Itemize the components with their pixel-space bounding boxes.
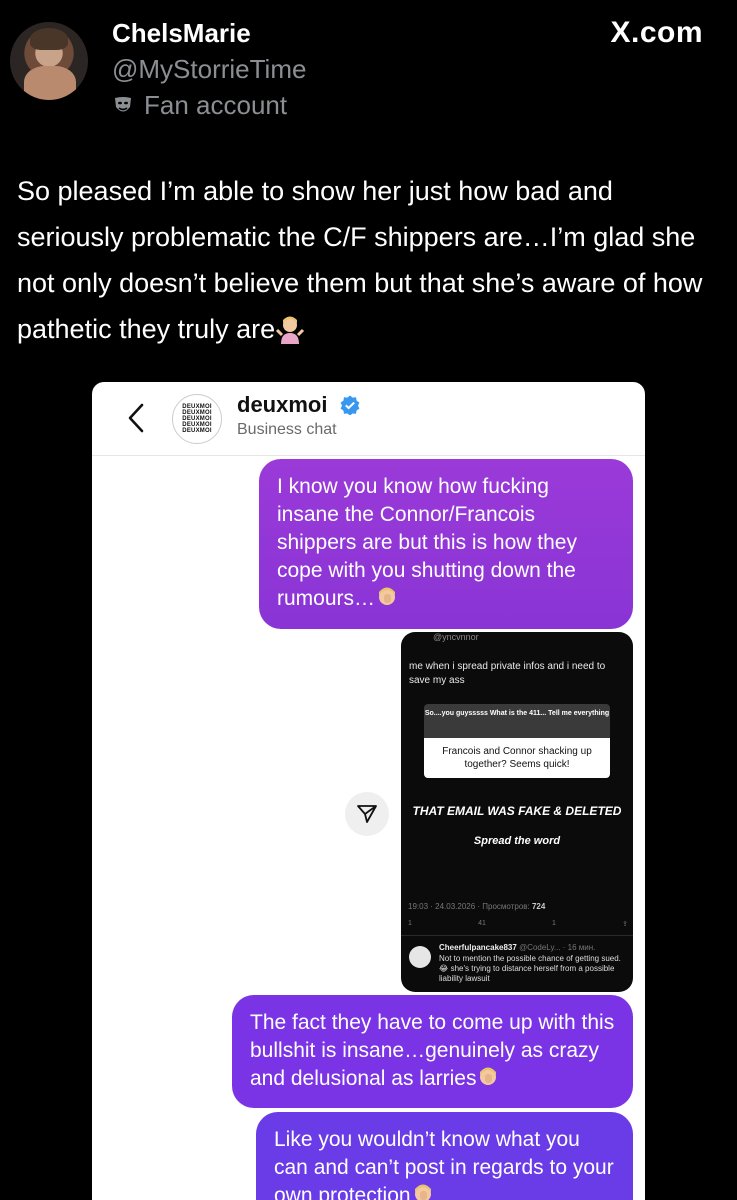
like-count: 41 — [478, 920, 486, 927]
message-bubble[interactable]: I know you know how fucking insane the C… — [259, 459, 633, 629]
chat-name[interactable]: deuxmoi — [237, 392, 327, 418]
chat-avatar[interactable]: DEUXMOI DEUXMOI DEUXMOI DEUXMOI DEUXMOI — [172, 394, 222, 444]
share-button[interactable] — [345, 792, 389, 836]
message-bubble[interactable]: The fact they have to come up with this … — [232, 995, 633, 1108]
divider — [401, 935, 633, 936]
reply-avatar — [409, 946, 431, 968]
person-facepalming-emoji — [379, 587, 396, 605]
person-facepalming-emoji — [480, 1067, 497, 1085]
tweet-text: So pleased I’m able to show her just how… — [17, 176, 703, 344]
bookmark-count: 1 — [552, 920, 556, 927]
answer-box: Francois and Connor shacking up together… — [424, 738, 610, 778]
back-arrow-icon[interactable] — [122, 400, 152, 436]
shared-post-caption: me when i spread private infos and i nee… — [409, 661, 606, 686]
fan-account-label: Fan account — [144, 90, 288, 120]
profile-avatar[interactable] — [10, 22, 88, 100]
theater-mask-icon — [115, 96, 131, 111]
shared-post-actions: 1 41 1 ⇪ — [408, 920, 628, 928]
tweet-body: So pleased I’m able to show her just how… — [17, 168, 717, 352]
reply-text: Not to mention the possible chance of ge… — [439, 954, 621, 983]
chat-subtitle: Business chat — [237, 421, 337, 438]
shared-post-subline: Spread the word — [473, 835, 561, 847]
person-shrugging-emoji — [276, 316, 305, 344]
reply-count: 1 — [408, 920, 412, 927]
display-name[interactable]: ChelsMarie — [112, 18, 251, 49]
account-label: Fan account — [112, 90, 287, 121]
shared-post-screenshot[interactable]: @yncvnnor me when i spread private infos… — [401, 632, 633, 992]
message-bubble[interactable]: Like you wouldn’t know what you can and … — [256, 1112, 633, 1200]
reply-header: Cheerfulpancake837 @CodeLy... · 16 мин. — [439, 943, 596, 952]
chat-header: DEUXMOI DEUXMOI DEUXMOI DEUXMOI DEUXMOI … — [92, 382, 645, 456]
verified-badge-icon — [340, 395, 360, 415]
user-handle[interactable]: @MyStorrieTime — [112, 54, 306, 85]
shared-post-handle: @yncvnnor — [433, 632, 479, 642]
dm-screenshot[interactable]: DEUXMOI DEUXMOI DEUXMOI DEUXMOI DEUXMOI … — [92, 382, 645, 1200]
share-icon: ⇪ — [622, 921, 628, 928]
shared-post-meta: 19:03 · 24.03.2026 · Просмотров: 724 — [408, 902, 546, 911]
send-icon — [357, 805, 377, 823]
question-sticker: So....you guysssss What is the 411... Te… — [424, 704, 610, 738]
person-facepalming-emoji — [414, 1184, 431, 1200]
shared-post-headline: THAT EMAIL WAS FAKE & DELETED — [412, 804, 622, 818]
brand-logo: X.com — [610, 16, 703, 49]
